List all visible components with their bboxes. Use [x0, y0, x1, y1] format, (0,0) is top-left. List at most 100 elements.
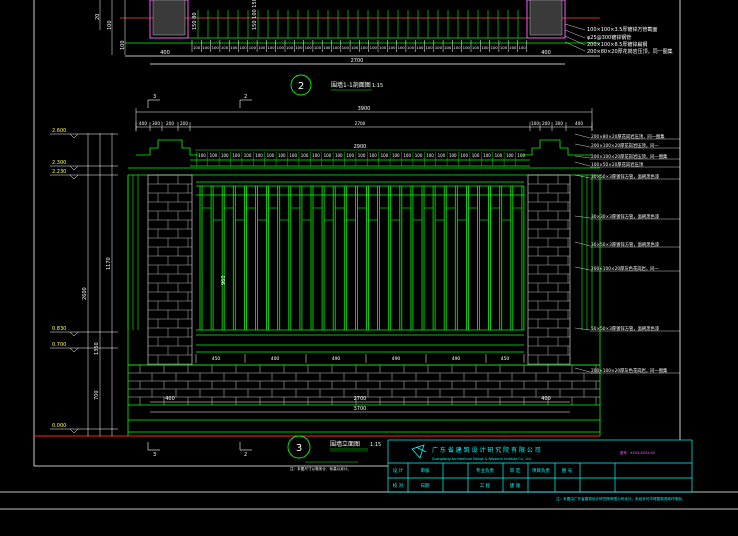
sec2-overall-dim: 2700: [351, 58, 364, 64]
sec2-tick-label: 100: [277, 45, 285, 50]
drawing-frame: [0, 0, 738, 510]
vdim-1: 2600: [82, 287, 88, 300]
elevation-mark-label: 0.000: [52, 423, 66, 429]
sec2-tick-label: 100: [472, 45, 480, 50]
baluster-spacing-label: 100: [278, 153, 286, 158]
title-block-cell: 工 程: [480, 482, 491, 489]
section-mark-mid-top: 2: [244, 94, 247, 100]
elevation-note: 30×30×3厚镀锌方管，面刷黑色漆: [591, 213, 660, 220]
sec2-title: 围墙1-1剖面图: [331, 81, 371, 89]
elevation-note: 200×80×20厚花岗岩压顶，同一图集: [591, 133, 665, 140]
top-seg-dim: 200: [542, 121, 550, 126]
sec2-side-dim-right: 400: [541, 50, 551, 56]
baluster-spacing-label: 100: [244, 153, 252, 158]
elev3-number: 3: [296, 443, 302, 454]
elevation-note: 200×100×20厚灰色花岗岩，同一: [591, 265, 659, 272]
elevation-note: 200×100×20厚灰色花岗岩，同一图集: [591, 367, 668, 374]
bottom-seg-dim: 400: [271, 356, 280, 362]
top-seg-dim: 2700: [355, 121, 366, 126]
institute-logo-icon: [411, 444, 427, 459]
title-block-cell: 日期: [421, 483, 430, 489]
top-seg-dim: 300: [152, 121, 160, 126]
sec2-tick-label: 100: [305, 45, 313, 50]
sec2-note-1: 100×100×3.5厚镀锌方管截面: [587, 26, 657, 33]
project-code: 图号：XXXX-XXXX-XX: [620, 450, 656, 455]
sec2-tick-label: 100: [370, 45, 378, 50]
sec2-tick-label: 100: [193, 45, 201, 50]
baluster-spacing-label: 100: [381, 153, 389, 158]
sec2-tick-label: 100: [388, 45, 396, 50]
sec2-tick-label: 100: [221, 45, 229, 50]
base-dim-mid: 2700: [354, 396, 367, 402]
baluster-spacing-label: 100: [415, 153, 423, 158]
sec2-tick-label: 100: [407, 45, 415, 50]
baluster-spacing-label: 100: [460, 153, 468, 158]
baluster-spacing-label: 100: [517, 153, 525, 158]
baluster-spacing-label: 100: [358, 153, 366, 158]
baluster-spacing-label: 100: [267, 153, 275, 158]
elev-inner-dim: 2900: [354, 144, 367, 150]
vdim-2: 700: [94, 390, 100, 400]
sec2-side-dim-left: 400: [160, 50, 170, 56]
sec2-tick-label: 100: [444, 45, 452, 50]
elevation-note: 30×50×3厚镀锌方管，面刷黑色漆: [591, 241, 660, 248]
elevation-3-drawing: 3 2 3 2 3900 400 300 200 200 2700 100 200 300 40…: [34, 94, 680, 471]
base-dim-right: 400: [541, 396, 551, 402]
svg-text:100: 100: [107, 20, 113, 30]
sec2-tick-label: 100: [360, 45, 368, 50]
sec2-tick-label: 100: [379, 45, 387, 50]
bottom-seg-dim: 490: [452, 356, 461, 362]
sec2-scale: 1:15: [372, 83, 383, 89]
baluster-spacing-label: 100: [449, 153, 457, 158]
sec2-tick-label: 100: [453, 45, 461, 50]
svg-text:100: 100: [120, 40, 126, 50]
sec2-tick-label: 100: [463, 45, 471, 50]
title-block-cell: 审核: [421, 467, 430, 474]
sec2-number: 2: [298, 81, 304, 92]
section-mark-left-top: 3: [153, 94, 156, 100]
elevation-note: 50×50×3厚镀锌方管，面刷黑色漆: [591, 325, 660, 332]
title-block-cell: 设 计: [393, 467, 404, 474]
svg-text:150 100 150: 150 100 150: [252, 0, 258, 30]
section-mark-left-bottom: 3: [153, 452, 156, 458]
elev-top-overall: 3900: [358, 106, 371, 112]
sec2-tick-label: 100: [398, 45, 406, 50]
title-block-cell: 专业负责: [476, 467, 494, 474]
baluster-spacing-label: 100: [301, 153, 309, 158]
baluster-spacing-label: 100: [472, 153, 480, 158]
title-block-bottom-note: 注：本图由广东省建筑设计研究院有限公司设计，未经许可不得复制或转作他用。: [556, 496, 685, 501]
baluster-spacing-label: 100: [312, 153, 320, 158]
institute-name-en: Guangdong Architectural Design & Researc…: [432, 457, 532, 461]
elev3-title: 围墙立面图: [330, 440, 360, 448]
elevation-note: 200×100×20厚花岗岩压顶，同一图集: [591, 153, 668, 160]
baluster-spacing-label: 100: [369, 153, 377, 158]
sec2-tick-label: 100: [416, 45, 424, 50]
baluster-spacing-label: 100: [403, 153, 411, 158]
cad-drawing: 100 100 100 100 100 100 100 100 100 100 100 100 100 1…: [0, 0, 738, 510]
sec2-tick-label: 100: [295, 45, 303, 50]
elevation-mark-label: 2.300: [52, 160, 66, 166]
sec2-tick-label: 100: [239, 45, 247, 50]
elevation-note: 200×100×20厚花岗岩压顶，同一: [591, 142, 659, 149]
baluster-spacing-label: 100: [198, 153, 206, 158]
sec2-tick-label: 100: [314, 45, 322, 50]
baluster-spacing-label: 100: [438, 153, 446, 158]
bottom-seg-dim: 490: [332, 356, 341, 362]
top-seg-dim: 200: [180, 121, 188, 126]
top-seg-dim: 400: [139, 121, 147, 126]
elevation-note: 30×50×3厚镀锌方管，面刷黑色漆: [591, 173, 660, 180]
sec2-tick-label: 100: [351, 45, 359, 50]
bottom-seg-dim: 490: [392, 356, 401, 362]
baluster-spacing-label: 100: [255, 153, 263, 158]
title-block-cell: 图 号: [562, 468, 573, 474]
bottom-seg-dim: 450: [501, 356, 510, 362]
elevation-note: 100×50×20厚花岗岩压顶: [591, 161, 644, 168]
top-seg-dim: 200: [166, 121, 174, 126]
sec2-tick-label: 100: [202, 45, 210, 50]
elevation-mark-label: 0.830: [52, 326, 66, 332]
sec2-tick-label: 100: [500, 45, 508, 50]
sec2-tick-label: 100: [491, 45, 499, 50]
baluster-spacing-label: 100: [392, 153, 400, 158]
baluster-spacing-label: 100: [346, 153, 354, 158]
sec2-note-2: φ25@300镀锌钢管: [587, 34, 631, 41]
